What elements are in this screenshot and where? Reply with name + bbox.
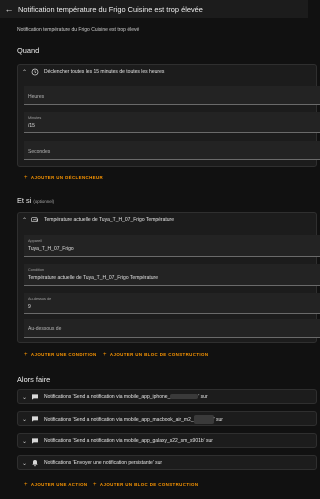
hours-field[interactable]: Heures [24,86,320,105]
plus-icon: + [24,175,28,181]
plus-icon: + [24,482,28,488]
chevron-down-icon[interactable]: ⌃ [21,69,28,76]
chevron-down-icon[interactable]: ⌄ [21,394,28,401]
plus-icon: + [93,482,97,488]
add-trigger-button[interactable]: + AJOUTER UN DÉCLENCHEUR [24,175,103,181]
add-condition-block-button[interactable]: + AJOUTER UN BLOC DE CONSTRUCTION [103,352,208,358]
trigger-label: Déclencher toutes les 15 minutes de tout… [44,69,165,75]
message-icon [30,414,40,424]
chevron-down-icon[interactable]: ⌄ [21,438,28,445]
top-app-bar: ← Notification température du Frigo Cuis… [0,0,308,18]
chevron-down-icon[interactable]: ⌄ [21,416,28,423]
condition-card-header[interactable]: ⌃ Température actuelle de Tuya_T_H_07_Fr… [18,213,316,227]
action-label: Notifications 'Send a notification via m… [44,414,223,424]
chevron-down-icon[interactable]: ⌄ [21,460,28,467]
plus-icon: + [24,352,28,358]
condition-card[interactable]: ⌃ Température actuelle de Tuya_T_H_07_Fr… [17,212,320,343]
hours-placeholder: Heures [28,94,45,100]
chevron-down-icon[interactable]: ⌃ [21,217,28,224]
message-icon [30,392,40,402]
trigger-card[interactable]: ⌃ Déclencher toutes les 15 minutes de to… [17,64,320,167]
action-label: Notifications 'Send a notification via m… [44,438,213,444]
clock-icon [30,67,40,77]
page-title: Notification température du Frigo Cuisin… [18,4,203,14]
seconds-placeholder: Secondes [28,149,51,155]
action-label: Notifications 'Envoyer une notification … [44,460,163,466]
minutes-field[interactable]: Minutes /15 [24,112,320,133]
bell-message-icon [30,458,40,468]
device-field[interactable]: Appareil Tuya_T_H_07_Frigo [24,235,320,257]
entity-value: Température actuelle de Tuya_T_H_07_Frig… [28,275,158,281]
section-title-et-si: Et si (optionnel) [17,196,55,205]
optional-label: (optionnel) [33,199,55,204]
below-field[interactable]: Au-dessous de [24,319,320,338]
action-card-header[interactable]: ⌄ Notifications 'Send a notification via… [18,434,316,448]
device-value: Tuya_T_H_07_Frigo [28,246,74,252]
action-card-header[interactable]: ⌄ Notifications 'Envoyer une notificatio… [18,456,316,470]
arrow-back-icon[interactable]: ← [0,0,18,18]
entity-label: Condition [28,268,45,272]
thermometer-display-icon [30,215,40,225]
trigger-card-header[interactable]: ⌃ Déclencher toutes les 15 minutes de to… [18,65,316,79]
message-icon [30,436,40,446]
above-label: Au-dessus de [28,297,52,301]
redacted-text [170,394,199,400]
add-action-button[interactable]: + AJOUTER UNE ACTION [24,482,87,488]
action-card[interactable]: ⌄ Notifications 'Send a notification via… [17,389,317,404]
entity-field[interactable]: Condition Température actuelle de Tuya_T… [24,264,320,286]
minutes-value: /15 [28,123,35,129]
plus-icon: + [103,352,107,358]
redacted-text [193,414,214,424]
minutes-label: Minutes [28,116,42,120]
condition-label: Température actuelle de Tuya_T_H_07_Frig… [44,217,174,223]
below-placeholder: Au-dessous de [28,326,62,332]
add-condition-button[interactable]: + AJOUTER UNE CONDITION [24,352,97,358]
seconds-field[interactable]: Secondes [24,141,320,160]
automation-description: Notification température du Frigo Cuisin… [17,27,140,33]
section-title-alors-faire: Alors faire [17,375,51,384]
action-card-header[interactable]: ⌄ Notifications 'Send a notification via… [18,390,316,404]
device-label: Appareil [28,239,42,243]
action-card[interactable]: ⌄ Notifications 'Envoyer une notificatio… [17,455,317,470]
action-card[interactable]: ⌄ Notifications 'Send a notification via… [17,411,317,426]
action-label: Notifications 'Send a notification via m… [44,394,208,400]
action-card-header[interactable]: ⌄ Notifications 'Send a notification via… [18,412,316,426]
above-value: 9 [28,304,31,310]
above-field[interactable]: Au-dessus de 9 [24,293,320,314]
section-title-quand: Quand [17,46,40,55]
action-card[interactable]: ⌄ Notifications 'Send a notification via… [17,433,317,448]
add-action-block-button[interactable]: + AJOUTER UN BLOC DE CONSTRUCTION [93,482,198,488]
